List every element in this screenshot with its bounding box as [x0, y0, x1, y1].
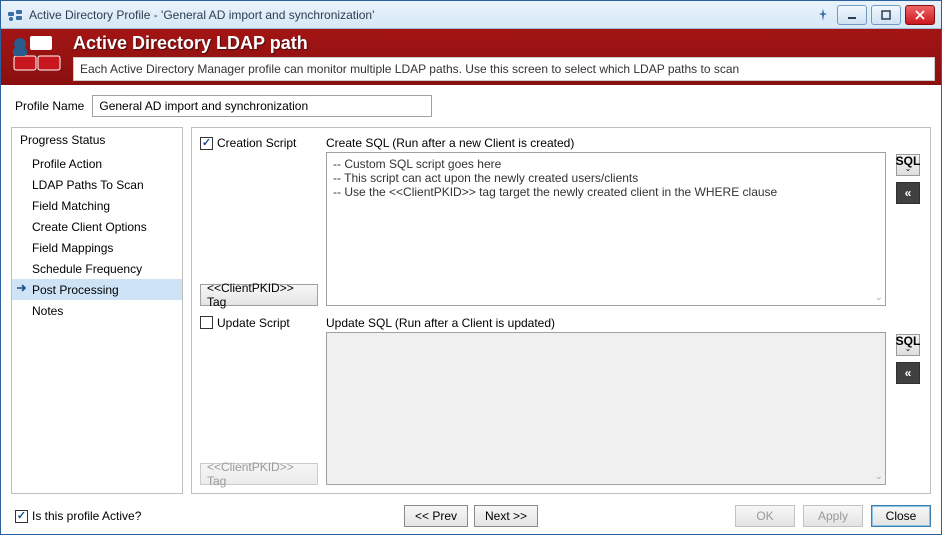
- sidebar-item-notes[interactable]: Notes: [12, 300, 182, 321]
- sidebar-item-label: LDAP Paths To Scan: [32, 178, 144, 192]
- sidebar-item-label: Notes: [32, 304, 63, 318]
- chevron-down-icon: ⌄: [905, 165, 912, 173]
- app-icon: [7, 7, 23, 23]
- title-bar: Active Directory Profile - 'General AD i…: [1, 1, 941, 29]
- sidebar-header: Progress Status: [12, 128, 182, 153]
- profile-name-label: Profile Name: [15, 99, 84, 113]
- banner-description: Each Active Directory Manager profile ca…: [73, 57, 935, 81]
- update-script-label: Update Script: [217, 316, 290, 330]
- active-checkbox-row[interactable]: Is this profile Active?: [15, 509, 141, 523]
- scroll-hint-icon: ⌄: [875, 292, 883, 303]
- sidebar-item-label: Schedule Frequency: [32, 262, 142, 276]
- profile-active-checkbox[interactable]: [15, 510, 28, 523]
- chevron-down-icon: ⌄: [905, 345, 912, 353]
- update-clientpkid-tag-button: <<ClientPKID>> Tag: [200, 463, 318, 485]
- sidebar-item-label: Create Client Options: [32, 220, 147, 234]
- maximize-button[interactable]: [871, 5, 901, 25]
- close-button[interactable]: [905, 5, 935, 25]
- chevron-left-icon: «: [905, 186, 912, 200]
- window-title: Active Directory Profile - 'General AD i…: [29, 8, 815, 22]
- update-script-checkbox[interactable]: [200, 316, 213, 329]
- window-controls: [837, 5, 935, 25]
- banner-title: Active Directory LDAP path: [73, 33, 935, 54]
- scroll-hint-icon: ⌄: [875, 471, 883, 482]
- creation-script-checkbox[interactable]: [200, 137, 213, 150]
- footer-bar: Is this profile Active? << Prev Next >> …: [1, 500, 941, 534]
- sidebar-item-label: Field Mappings: [32, 241, 113, 255]
- minimize-button[interactable]: [837, 5, 867, 25]
- sidebar-item-label: Field Matching: [32, 199, 110, 213]
- creation-script-checkbox-row[interactable]: Creation Script: [200, 136, 318, 150]
- creation-script-block: Creation Script <<ClientPKID>> Tag Creat…: [200, 136, 922, 306]
- close-dialog-button[interactable]: Close: [871, 505, 931, 527]
- create-sql-textarea[interactable]: -- Custom SQL script goes here -- This s…: [326, 152, 886, 306]
- profile-active-label: Is this profile Active?: [32, 509, 141, 523]
- banner-icon: [7, 33, 65, 77]
- header-banner: Active Directory LDAP path Each Active D…: [1, 29, 941, 85]
- sidebar-item-post-processing[interactable]: Post Processing: [12, 279, 182, 300]
- creation-script-label: Creation Script: [217, 136, 296, 150]
- maximize-icon: [881, 10, 891, 20]
- main-area: Progress Status Profile Action LDAP Path…: [1, 123, 941, 500]
- sidebar-item-label: Post Processing: [32, 283, 119, 297]
- ok-button: OK: [735, 505, 795, 527]
- profile-name-row: Profile Name: [1, 85, 941, 123]
- content-panel: Creation Script <<ClientPKID>> Tag Creat…: [191, 127, 931, 494]
- sidebar-item-field-matching[interactable]: Field Matching: [12, 195, 182, 216]
- sidebar-item-field-mappings[interactable]: Field Mappings: [12, 237, 182, 258]
- create-clientpkid-tag-button[interactable]: <<ClientPKID>> Tag: [200, 284, 318, 306]
- create-expand-button[interactable]: «: [896, 182, 920, 204]
- profile-name-input[interactable]: [92, 95, 432, 117]
- sidebar-item-profile-action[interactable]: Profile Action: [12, 153, 182, 174]
- create-sql-label: Create SQL (Run after a new Client is cr…: [326, 136, 886, 150]
- update-sql-textarea: ⌄: [326, 332, 886, 486]
- chevron-left-icon: «: [905, 366, 912, 380]
- app-window: Active Directory Profile - 'General AD i…: [0, 0, 942, 535]
- update-script-checkbox-row[interactable]: Update Script: [200, 316, 318, 330]
- create-sql-text: -- Custom SQL script goes here -- This s…: [333, 157, 777, 199]
- progress-sidebar: Progress Status Profile Action LDAP Path…: [11, 127, 183, 494]
- update-sql-tool-button[interactable]: SQL ⌄: [896, 334, 920, 356]
- minimize-icon: [847, 10, 857, 20]
- update-expand-button[interactable]: «: [896, 362, 920, 384]
- sidebar-item-schedule-frequency[interactable]: Schedule Frequency: [12, 258, 182, 279]
- update-script-block: Update Script <<ClientPKID>> Tag Update …: [200, 316, 922, 486]
- sidebar-item-label: Profile Action: [32, 157, 102, 171]
- sidebar-item-ldap-paths[interactable]: LDAP Paths To Scan: [12, 174, 182, 195]
- pin-icon[interactable]: [815, 7, 831, 23]
- apply-button: Apply: [803, 505, 863, 527]
- prev-button[interactable]: << Prev: [404, 505, 468, 527]
- next-button[interactable]: Next >>: [474, 505, 538, 527]
- sidebar-list: Profile Action LDAP Paths To Scan Field …: [12, 153, 182, 321]
- create-sql-tool-button[interactable]: SQL ⌄: [896, 154, 920, 176]
- close-icon: [915, 10, 925, 20]
- arrow-right-icon: [16, 282, 28, 297]
- update-sql-label: Update SQL (Run after a Client is update…: [326, 316, 886, 330]
- sidebar-item-create-client-options[interactable]: Create Client Options: [12, 216, 182, 237]
